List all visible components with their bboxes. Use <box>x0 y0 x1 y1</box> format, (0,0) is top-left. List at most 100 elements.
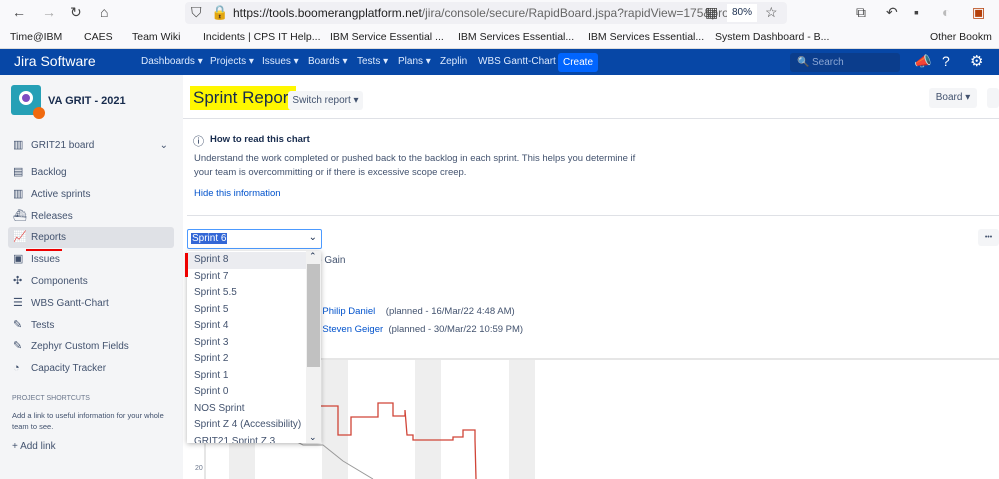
nav-issues[interactable]: Issues ▾ <box>262 56 299 67</box>
nav-dashboards[interactable]: Dashboards ▾ <box>141 56 203 67</box>
bookmark[interactable]: CAES <box>84 31 113 43</box>
sidebar: VA GRIT - 2021 ▥ GRIT21 board ⌄ ▤ Backlog ▥… <box>0 75 183 479</box>
sidebar-item-components[interactable]: ✣ Components <box>8 271 174 292</box>
sprint-option[interactable]: Sprint Z 4 (Accessibility) <box>187 417 307 434</box>
sprint-event-row: ▸ Steven Geiger (planned - 30/Mar/22 10:… <box>315 324 523 335</box>
scroll-up-icon[interactable]: ⌃ <box>309 251 317 262</box>
help-icon[interactable]: ? <box>942 53 950 69</box>
user-link[interactable]: Steven Geiger <box>322 324 383 335</box>
sidebar-item-wbs-gantt[interactable]: ☰ WBS Gantt-Chart <box>8 293 174 314</box>
issues-icon: ▣ <box>13 253 24 265</box>
gauge-icon: ◔ <box>13 362 20 374</box>
notifications-icon[interactable]: 📣 <box>914 53 931 70</box>
selected-sprint: Sprint 6 <box>191 233 228 244</box>
star-icon[interactable]: ☆ <box>765 4 778 21</box>
sprint-option[interactable]: GRIT21 Sprint Z 3 <box>187 434 307 444</box>
nav-zeplin[interactable]: Zeplin <box>440 56 467 67</box>
bookmarks-bar: Time@IBM CAES Team Wiki Incidents | CPS … <box>0 26 999 49</box>
components-icon: ✣ <box>13 275 23 287</box>
extension-icon[interactable]: ▪ <box>914 4 919 20</box>
sidebar-item-capacity[interactable]: ◔ Capacity Tracker <box>8 358 174 379</box>
zoom-level[interactable]: 80% <box>727 4 757 22</box>
sidebar-item-zephyr[interactable]: ✎ Zephyr Custom Fields <box>8 336 174 357</box>
sprint-option[interactable]: NOS Sprint <box>187 401 307 418</box>
crop-icon[interactable]: ⧉ <box>856 4 866 21</box>
sprint-option[interactable]: Sprint 5 <box>187 302 307 319</box>
sprint-option[interactable]: Sprint 1 <box>187 368 307 385</box>
bookmark[interactable]: Other Bookm <box>930 31 992 43</box>
board-label: GRIT21 board <box>31 140 95 151</box>
share-icon[interactable]: ↶ <box>886 4 898 21</box>
bookmark[interactable]: IBM Service Essential ... <box>330 31 444 43</box>
sprint-option[interactable]: Sprint 3 <box>187 335 307 352</box>
qr-icon[interactable]: ▦ <box>705 4 718 21</box>
nav-plans[interactable]: Plans ▾ <box>398 56 431 67</box>
sprint-option[interactable]: Sprint 4 <box>187 318 307 335</box>
create-button[interactable]: Create <box>558 53 598 72</box>
sidebar-item-label: Active sprints <box>31 189 91 200</box>
search-input[interactable]: 🔍 Search <box>790 53 900 72</box>
board-button[interactable]: Board ▾ <box>929 88 977 108</box>
lock-icon: 🔒 <box>211 4 229 20</box>
board-selector[interactable]: ▥ GRIT21 board ⌄ <box>8 135 174 156</box>
scrollbar-thumb[interactable] <box>307 264 320 367</box>
address-bar[interactable]: ⛉ 🔒 https://tools.boomerangplatform.net/… <box>185 2 787 24</box>
bookmark[interactable]: Time@IBM <box>10 31 62 43</box>
bookmark[interactable]: IBM Services Essential... <box>458 31 574 43</box>
sprint-option[interactable]: Sprint 5.5 <box>187 285 307 302</box>
reload-icon[interactable]: ↻ <box>70 4 82 21</box>
nav-wbs[interactable]: WBS Gantt-Chart <box>478 56 556 67</box>
divider <box>183 118 999 119</box>
jira-logo[interactable]: Jira Software <box>14 53 96 69</box>
add-link-button[interactable]: + Add link <box>12 441 56 452</box>
sprint-option[interactable]: Sprint 2 <box>187 351 307 368</box>
home-icon[interactable]: ⌂ <box>100 4 108 20</box>
nav-tests[interactable]: Tests ▾ <box>357 56 388 67</box>
backlog-icon: ▤ <box>13 166 24 178</box>
switch-report-button[interactable]: Switch report ▾ <box>288 91 363 110</box>
sprint-select[interactable]: Sprint 6 ⌄ <box>187 229 322 249</box>
bookmark[interactable]: IBM Services Essential... <box>588 31 704 43</box>
sidebar-item-issues[interactable]: ▣ Issues <box>8 249 174 270</box>
sidebar-item-releases[interactable]: ⛴ Releases <box>8 206 174 227</box>
sprint-option[interactable]: Sprint 7 <box>187 269 307 286</box>
sprint-option[interactable]: Sprint 8 <box>187 252 307 269</box>
board-icon: ▥ <box>13 139 24 151</box>
sidebar-item-label: Backlog <box>31 167 67 178</box>
forward-icon[interactable]: → <box>42 4 56 20</box>
divider <box>187 215 999 216</box>
more-options-button[interactable]: ••• <box>978 229 999 246</box>
sidebar-item-label: Reports <box>31 232 67 243</box>
extension-icon[interactable]: ▣ <box>972 4 985 21</box>
sprint-dropdown-list: Sprint 8 Sprint 7 Sprint 5.5 Sprint 5 Sp… <box>187 251 321 443</box>
y-tick-label: 20 <box>195 465 203 472</box>
sidebar-item-tests[interactable]: ✎ Tests <box>8 315 174 336</box>
more-button[interactable] <box>987 88 999 108</box>
bookmark[interactable]: Incidents | CPS IT Help... <box>203 31 321 43</box>
bookmark[interactable]: System Dashboard - B... <box>715 31 829 43</box>
gear-icon[interactable]: ⚙ <box>970 52 983 70</box>
search-placeholder: Search <box>812 57 844 68</box>
weekend-band <box>509 360 535 479</box>
sidebar-item-backlog[interactable]: ▤ Backlog <box>8 162 174 183</box>
chevron-down-icon: ⌄ <box>308 232 317 243</box>
sidebar-item-reports[interactable]: 📈 Reports <box>8 227 174 248</box>
hide-info-link[interactable]: Hide this information <box>194 188 281 199</box>
sidebar-item-label: Tests <box>31 320 55 331</box>
nav-projects[interactable]: Projects ▾ <box>210 56 254 67</box>
zephyr-icon: ✎ <box>13 340 23 352</box>
shield-icon: ⛉ <box>191 4 202 20</box>
nav-boards[interactable]: Boards ▾ <box>308 56 347 67</box>
help-circle-icon: ⓘ <box>193 136 204 148</box>
back-icon[interactable]: ← <box>12 4 26 20</box>
sidebar-item-active-sprints[interactable]: ▥ Active sprints <box>8 184 174 205</box>
extension-icon[interactable]: ◐ <box>942 4 950 20</box>
weekend-band <box>415 360 441 479</box>
sprint-option[interactable]: Sprint 0 <box>187 384 307 401</box>
sidebar-item-label: Components <box>31 276 88 287</box>
bookmark[interactable]: Team Wiki <box>132 31 180 43</box>
scroll-down-icon[interactable]: ⌄ <box>309 432 317 443</box>
active-sprints-icon: ▥ <box>13 188 24 200</box>
user-link[interactable]: Philip Daniel <box>322 306 375 317</box>
project-avatar <box>11 85 45 119</box>
